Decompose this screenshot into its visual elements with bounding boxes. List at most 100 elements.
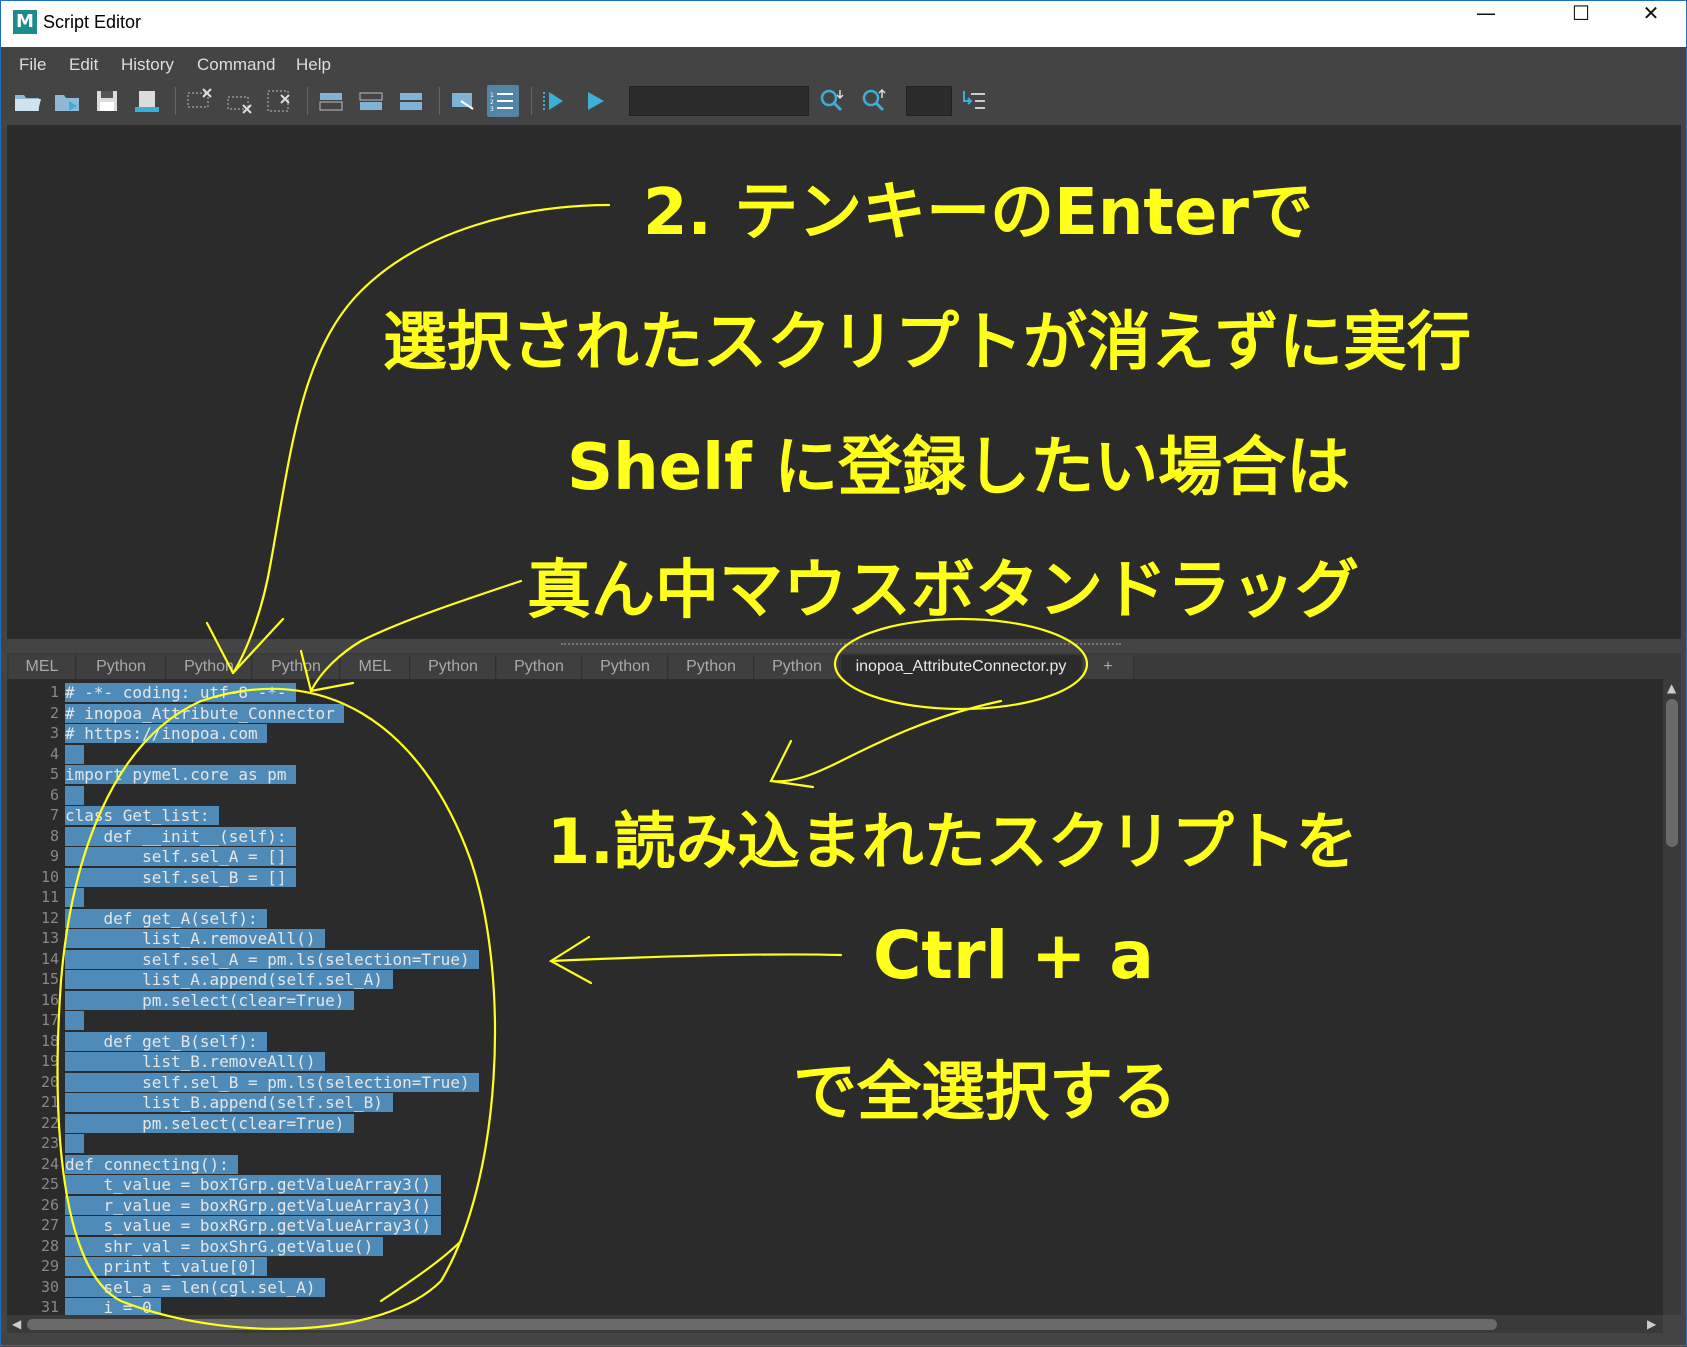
code-line[interactable] [65, 1134, 85, 1153]
horizontal-scroll-thumb[interactable] [27, 1319, 1497, 1330]
goto-line-icon[interactable] [959, 85, 991, 117]
clear-history-icon[interactable] [183, 85, 215, 117]
tab-python-8[interactable]: Python [755, 655, 840, 679]
code-line[interactable]: self.sel_A = [] [65, 847, 297, 866]
code-line[interactable]: # -*- coding: utf-8 -*- [65, 683, 297, 702]
code-line[interactable]: # inopoa_Attribute_Connector [65, 703, 345, 723]
code-line[interactable]: i = 0 [65, 1298, 162, 1315]
search-down-icon[interactable] [816, 85, 848, 117]
code-line[interactable]: import pymel.core as pm [65, 765, 297, 784]
save-to-shelf-icon[interactable] [131, 85, 163, 117]
code-line[interactable]: sel_a = len(cgl.sel_A) [65, 1277, 326, 1297]
code-line[interactable]: self.sel_B = pm.ls(selection=True) [65, 1072, 480, 1092]
maximize-button[interactable]: ☐ [1546, 1, 1616, 47]
clear-all-icon[interactable] [263, 85, 295, 117]
line-number: 22 [40, 1113, 59, 1132]
code-line[interactable]: print t_value[0] [65, 1257, 268, 1276]
execute-all-icon[interactable] [539, 85, 571, 117]
menu-command[interactable]: Command [197, 55, 275, 75]
svg-text:3: 3 [490, 106, 494, 113]
code-line[interactable]: self.sel_A = pm.ls(selection=True) [65, 949, 480, 969]
line-number: 11 [40, 888, 59, 906]
line-numbers-icon[interactable]: 123 [487, 85, 519, 117]
minimize-button[interactable]: — [1451, 1, 1521, 47]
tab-python-7[interactable]: Python [669, 655, 754, 679]
vertical-scroll-thumb[interactable] [1666, 699, 1678, 847]
line-number: 17 [40, 1011, 59, 1029]
code-line[interactable]: def connecting(): [65, 1154, 239, 1174]
code-line[interactable]: # https://inopoa.com [65, 724, 268, 743]
code-line[interactable]: self.sel_B = [] [65, 867, 297, 887]
goto-line-field[interactable] [906, 86, 952, 116]
scroll-up-arrow[interactable]: ▲ [1667, 681, 1676, 695]
search-up-icon[interactable] [858, 85, 890, 117]
scroll-left-arrow[interactable]: ◀ [12, 1317, 21, 1331]
tab-mel-2[interactable]: MEL [341, 655, 410, 679]
search-input[interactable] [629, 86, 809, 116]
save-script-icon[interactable] [91, 85, 123, 117]
tab-python-2[interactable]: Python [167, 655, 252, 679]
code-line[interactable]: list_A.removeAll() [65, 929, 326, 948]
line-number: 9 [49, 847, 59, 865]
script-input-editor[interactable]: 1 2 3 4 5 6 7 8 9 10 11 12 13 14 15 16 17 18 19 20 21 22 23 24 2… [7, 679, 1663, 1315]
code-line[interactable]: t_value = boxTGrp.getValueArray3() [65, 1175, 441, 1194]
echo-commands-icon[interactable] [447, 85, 479, 117]
code-line[interactable] [65, 1011, 85, 1030]
show-input-icon[interactable] [355, 85, 387, 117]
pane-splitter[interactable] [561, 643, 1121, 649]
line-number: 20 [40, 1072, 59, 1091]
code-line[interactable] [65, 888, 85, 907]
scroll-right-arrow[interactable]: ▶ [1647, 1317, 1656, 1331]
tab-python-4[interactable]: Python [411, 655, 496, 679]
annotation-step1-line1: 1.読み込まれたスクリプトを [547, 805, 1358, 878]
execute-icon[interactable] [579, 85, 611, 117]
menu-edit[interactable]: Edit [69, 55, 98, 75]
menu-history[interactable]: History [121, 55, 174, 75]
tab-python-5[interactable]: Python [497, 655, 582, 679]
close-button[interactable]: ✕ [1616, 1, 1686, 47]
line-number: 5 [49, 765, 59, 783]
annotation-step2-line4: 真ん中マウスボタンドラッグ [527, 554, 1359, 628]
clear-input-icon[interactable] [223, 85, 255, 117]
line-number: 25 [40, 1175, 59, 1193]
line-number-gutter: 1 2 3 4 5 6 7 8 9 10 11 12 13 14 15 16 17 18 19 20 21 22 23 24 2… [7, 679, 59, 1315]
code-line[interactable]: pm.select(clear=True) [65, 990, 354, 1010]
horizontal-scrollbar[interactable]: ◀ ▶ [7, 1315, 1663, 1333]
title-bar: M Script Editor — ☐ ✕ [1, 1, 1686, 47]
code-line[interactable]: list_B.removeAll() [65, 1052, 326, 1071]
code-line[interactable]: r_value = boxRGrp.getValueArray3() [65, 1195, 441, 1215]
line-number: 7 [49, 806, 59, 824]
show-both-icon[interactable] [395, 85, 427, 117]
code-line[interactable] [65, 744, 85, 764]
annotation-step1-line2: Ctrl + a [873, 917, 1154, 994]
code-line[interactable] [65, 785, 85, 805]
show-history-icon[interactable] [315, 85, 347, 117]
line-number: 30 [40, 1277, 59, 1296]
load-script-icon[interactable] [11, 85, 43, 117]
menu-file[interactable]: File [19, 55, 46, 75]
script-tab-bar: MEL Python Python Python MEL Python Pyth… [7, 653, 1681, 679]
svg-text:2: 2 [490, 99, 494, 106]
code-line[interactable]: shr_val = boxShrG.getValue() [65, 1236, 383, 1256]
tab-python-3[interactable]: Python [253, 655, 340, 679]
code-line[interactable]: pm.select(clear=True) [65, 1113, 354, 1133]
line-number: 21 [40, 1093, 59, 1111]
tab-mel-1[interactable]: MEL [9, 655, 76, 679]
tab-inopoa-attribute-connector[interactable]: inopoa_AttributeConnector.py [841, 655, 1082, 679]
tab-python-6[interactable]: Python [583, 655, 668, 679]
maya-app-icon: M [13, 10, 37, 34]
code-line[interactable]: list_A.append(self.sel_A) [65, 970, 393, 989]
code-line[interactable]: def get_B(self): [65, 1031, 268, 1051]
add-tab-button[interactable]: + [1083, 655, 1134, 679]
code-line[interactable]: class Get_list: [65, 806, 220, 825]
source-script-icon[interactable] [51, 85, 83, 117]
code-line[interactable]: def get_A(self): [65, 908, 268, 928]
code-line[interactable]: s_value = boxRGrp.getValueArray3() [65, 1216, 441, 1235]
code-line[interactable]: list_B.append(self.sel_B) [65, 1093, 393, 1112]
code-line[interactable]: def __init__(self): [65, 826, 297, 846]
annotation-step2-line3: Shelf に登録したい場合は [567, 431, 1351, 505]
menu-help[interactable]: Help [296, 55, 331, 75]
tab-python-1[interactable]: Python [77, 655, 166, 679]
line-number: 23 [40, 1134, 59, 1152]
vertical-scrollbar[interactable]: ▲ [1663, 679, 1681, 1315]
